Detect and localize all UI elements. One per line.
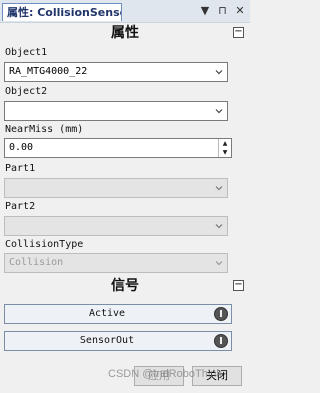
signal-indicator-icon[interactable] [214,334,228,348]
part1-label: Part1 [5,163,36,174]
collision-sensor-properties-window: 属性: CollisionSensor ▼ ⊓ ✕ 属性 − Object1 R… [0,0,250,393]
close-button[interactable]: 关闭 [192,366,242,386]
signal-indicator-icon[interactable] [214,307,228,321]
apply-button[interactable]: 应用 [134,366,184,386]
chevron-down-icon [215,224,223,229]
part2-combobox[interactable] [4,216,228,236]
pin-icon[interactable]: ⊓ [217,4,229,17]
near-miss-label: NearMiss (mm) [5,124,84,135]
chevron-down-icon [215,261,223,266]
chevron-down-icon [215,109,223,114]
object1-label: Object1 [5,47,48,58]
signal-row-sensorout[interactable]: SensorOut [4,331,232,351]
window-tab[interactable]: 属性: CollisionSensor [2,3,122,21]
signal-name: SensorOut [79,335,135,346]
object1-combobox[interactable]: RA_MTG4000_22 [4,62,228,82]
spin-down-icon[interactable]: ▼ [219,148,231,157]
properties-collapse-icon[interactable]: − [233,27,244,38]
object2-label: Object2 [5,86,48,97]
near-miss-spinbox[interactable]: 0.00 ▲ ▼ [4,138,232,158]
properties-section-title: 属性 [111,25,139,41]
signal-row-active[interactable]: Active [4,304,232,324]
close-icon[interactable]: ✕ [234,4,246,17]
spin-up-icon[interactable]: ▲ [219,139,231,148]
dropdown-icon[interactable]: ▼ [199,4,211,17]
part1-combobox[interactable] [4,178,228,198]
collision-type-label: CollisionType [5,239,84,250]
signals-collapse-icon[interactable]: − [233,280,244,291]
object2-combobox[interactable] [4,101,228,121]
title-bar: 属性: CollisionSensor ▼ ⊓ ✕ [0,0,250,23]
object1-value: RA_MTG4000_22 [9,66,88,77]
near-miss-value: 0.00 [9,142,34,153]
chevron-down-icon [215,70,223,75]
signals-section-title: 信号 [111,278,139,294]
collision-type-combobox[interactable]: Collision [4,253,228,273]
signal-name: Active [88,308,126,319]
collision-type-value: Collision [9,257,64,268]
part2-label: Part2 [5,201,36,212]
chevron-down-icon [215,186,223,191]
